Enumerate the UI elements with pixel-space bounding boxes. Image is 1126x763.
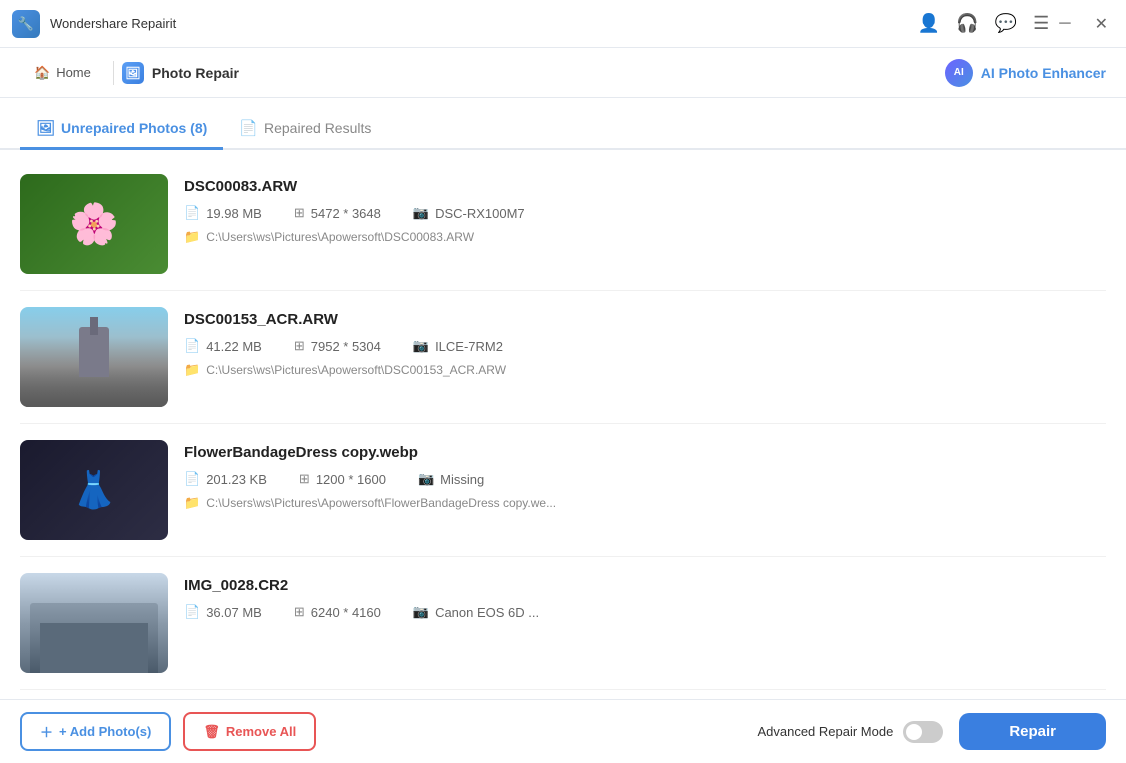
- app-logo: 🔧: [12, 10, 40, 38]
- camera-model: 📷 Missing: [418, 471, 484, 487]
- dimensions: ⊞ 7952 * 5304: [294, 338, 381, 354]
- add-photos-button[interactable]: ＋ + Add Photo(s): [20, 712, 171, 751]
- photo-item: DSC00083.ARW 📄 19.98 MB ⊞ 5472 * 3648 📷 …: [20, 158, 1106, 291]
- bottombar: ＋ + Add Photo(s) 🗑 Remove All Advanced R…: [0, 699, 1126, 763]
- menu-icon[interactable]: ☰: [1033, 13, 1049, 34]
- file-icon: 📄: [184, 205, 200, 221]
- titlebar: 🔧 Wondershare Repairit 👤 🎧 💬 ☰ ─ ✕: [0, 0, 1126, 48]
- photo-item: IMG_0028.CR2 📄 36.07 MB ⊞ 6240 * 4160 📷 …: [20, 557, 1106, 690]
- dimensions: ⊞ 6240 * 4160: [294, 604, 381, 620]
- photo-repair-label: Photo Repair: [152, 65, 239, 81]
- ai-enhancer-label: AI Photo Enhancer: [981, 65, 1106, 81]
- navbar-left: 🏠 Home 🖼 Photo Repair: [20, 59, 239, 87]
- photo-item: FlowerBandageDress copy.webp 📄 201.23 KB…: [20, 424, 1106, 557]
- dimensions: ⊞ 5472 * 3648: [294, 205, 381, 221]
- bottombar-left: ＋ + Add Photo(s) 🗑 Remove All: [20, 712, 316, 751]
- dimension-icon: ⊞: [294, 338, 305, 354]
- unrepaired-tab-icon: 🖼: [36, 119, 55, 137]
- ai-enhancer-button[interactable]: AI AI Photo Enhancer: [945, 59, 1106, 87]
- photo-name: DSC00083.ARW: [184, 178, 1106, 195]
- photo-repair-nav: 🖼 Photo Repair: [122, 62, 239, 84]
- titlebar-icons: 👤 🎧 💬 ☰: [918, 13, 1049, 34]
- trash-icon: 🗑: [203, 724, 220, 740]
- file-size: 📄 201.23 KB: [184, 471, 267, 487]
- chat-icon[interactable]: 💬: [995, 13, 1017, 34]
- photo-thumbnail: [20, 174, 168, 274]
- repaired-tab-icon: 📄: [239, 119, 258, 137]
- camera-icon: 📷: [418, 471, 434, 487]
- navbar: 🏠 Home 🖼 Photo Repair AI AI Photo Enhanc…: [0, 48, 1126, 98]
- unrepaired-tab-label: Unrepaired Photos (8): [61, 120, 207, 136]
- add-icon: ＋: [40, 722, 53, 741]
- file-size: 📄 36.07 MB: [184, 604, 262, 620]
- photo-meta: 📄 41.22 MB ⊞ 7952 * 5304 📷 ILCE-7RM2: [184, 338, 1106, 354]
- file-icon: 📄: [184, 471, 200, 487]
- titlebar-controls: ─ ✕: [1053, 10, 1114, 38]
- file-icon: 📄: [184, 604, 200, 620]
- photo-meta: 📄 36.07 MB ⊞ 6240 * 4160 📷 Canon EOS 6D …: [184, 604, 1106, 620]
- dimension-icon: ⊞: [294, 604, 305, 620]
- home-icon: 🏠: [34, 65, 50, 81]
- file-path: 📁 C:\Users\ws\Pictures\Apowersoft\Flower…: [184, 495, 1106, 511]
- file-icon: 📄: [184, 338, 200, 354]
- tab-unrepaired[interactable]: 🖼 Unrepaired Photos (8): [20, 109, 223, 150]
- photo-name: DSC00153_ACR.ARW: [184, 311, 1106, 328]
- photo-list: DSC00083.ARW 📄 19.98 MB ⊞ 5472 * 3648 📷 …: [0, 150, 1126, 699]
- titlebar-left: 🔧 Wondershare Repairit: [12, 10, 176, 38]
- repair-button[interactable]: Repair: [959, 713, 1106, 750]
- home-label: Home: [56, 65, 91, 80]
- tab-repaired[interactable]: 📄 Repaired Results: [223, 109, 387, 150]
- file-size: 📄 19.98 MB: [184, 205, 262, 221]
- ai-icon: AI: [945, 59, 973, 87]
- home-button[interactable]: 🏠 Home: [20, 59, 105, 87]
- photo-repair-icon: 🖼: [122, 62, 144, 84]
- close-button[interactable]: ✕: [1089, 10, 1114, 38]
- headphone-icon[interactable]: 🎧: [956, 13, 978, 34]
- advanced-mode-label: Advanced Repair Mode: [757, 724, 893, 739]
- repair-label: Repair: [1009, 723, 1056, 740]
- photo-info: DSC00153_ACR.ARW 📄 41.22 MB ⊞ 7952 * 530…: [184, 307, 1106, 378]
- photo-item: DSC00153_ACR.ARW 📄 41.22 MB ⊞ 7952 * 530…: [20, 291, 1106, 424]
- photo-name: IMG_0028.CR2: [184, 577, 1106, 594]
- tabs: 🖼 Unrepaired Photos (8) 📄 Repaired Resul…: [0, 98, 1126, 150]
- photo-info: DSC00083.ARW 📄 19.98 MB ⊞ 5472 * 3648 📷 …: [184, 174, 1106, 245]
- photo-thumbnail: [20, 440, 168, 540]
- repaired-tab-label: Repaired Results: [264, 120, 371, 136]
- file-size: 📄 41.22 MB: [184, 338, 262, 354]
- camera-icon: 📷: [413, 338, 429, 354]
- nav-divider: [113, 61, 114, 85]
- photo-thumbnail: [20, 573, 168, 673]
- folder-icon: 📁: [184, 229, 200, 245]
- minimize-button[interactable]: ─: [1053, 11, 1076, 37]
- account-icon[interactable]: 👤: [918, 13, 940, 34]
- bottombar-right: Advanced Repair Mode Repair: [757, 713, 1106, 750]
- photo-name: FlowerBandageDress copy.webp: [184, 444, 1106, 461]
- remove-all-button[interactable]: 🗑 Remove All: [183, 712, 316, 751]
- advanced-mode: Advanced Repair Mode: [757, 721, 943, 743]
- file-path: 📁 C:\Users\ws\Pictures\Apowersoft\DSC001…: [184, 362, 1106, 378]
- folder-icon: 📁: [184, 362, 200, 378]
- dimension-icon: ⊞: [299, 471, 310, 487]
- file-path: 📁 C:\Users\ws\Pictures\Apowersoft\DSC000…: [184, 229, 1106, 245]
- photo-info: FlowerBandageDress copy.webp 📄 201.23 KB…: [184, 440, 1106, 511]
- camera-model: 📷 ILCE-7RM2: [413, 338, 503, 354]
- dimensions: ⊞ 1200 * 1600: [299, 471, 386, 487]
- camera-icon: 📷: [413, 604, 429, 620]
- add-label: + Add Photo(s): [59, 724, 151, 739]
- photo-meta: 📄 201.23 KB ⊞ 1200 * 1600 📷 Missing: [184, 471, 1106, 487]
- camera-model: 📷 Canon EOS 6D ...: [413, 604, 539, 620]
- camera-icon: 📷: [413, 205, 429, 221]
- advanced-mode-toggle[interactable]: [903, 721, 943, 743]
- app-name: Wondershare Repairit: [50, 16, 176, 31]
- folder-icon: 📁: [184, 495, 200, 511]
- camera-model: 📷 DSC-RX100M7: [413, 205, 525, 221]
- dimension-icon: ⊞: [294, 205, 305, 221]
- remove-label: Remove All: [226, 724, 296, 739]
- photo-thumbnail: [20, 307, 168, 407]
- photo-info: IMG_0028.CR2 📄 36.07 MB ⊞ 6240 * 4160 📷 …: [184, 573, 1106, 628]
- photo-meta: 📄 19.98 MB ⊞ 5472 * 3648 📷 DSC-RX100M7: [184, 205, 1106, 221]
